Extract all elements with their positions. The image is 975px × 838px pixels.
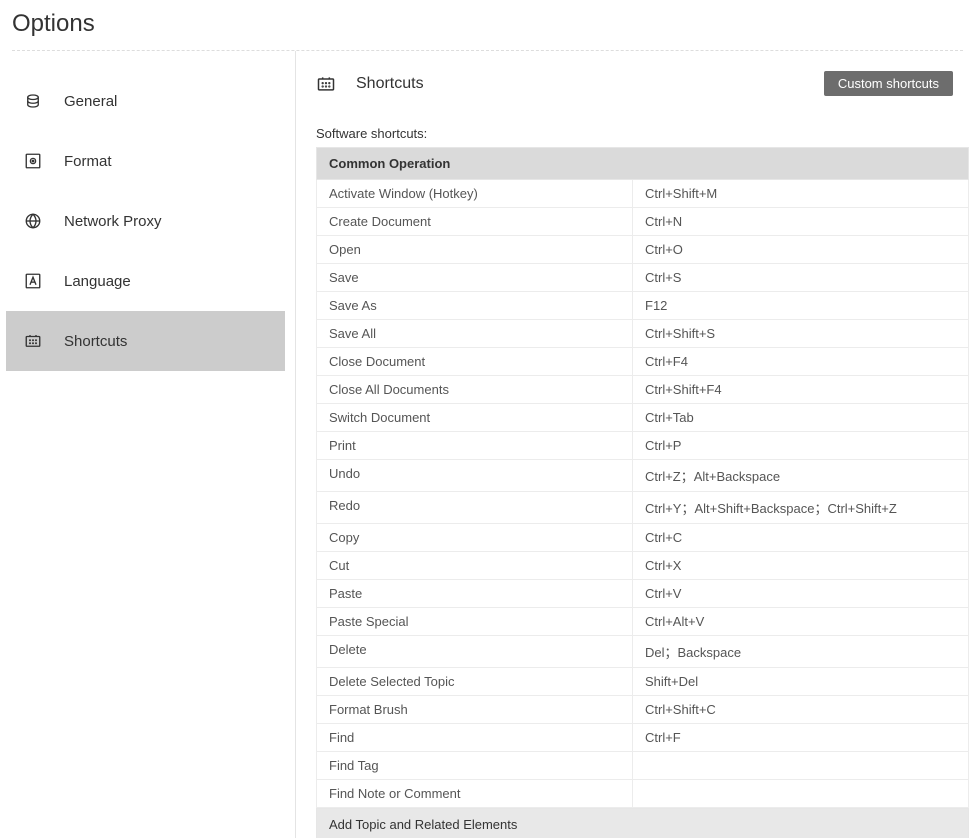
sidebar: General Format bbox=[0, 51, 296, 838]
sidebar-item-general[interactable]: General bbox=[6, 71, 295, 131]
shortcut-row[interactable]: Switch DocumentCtrl+Tab bbox=[316, 404, 969, 432]
sidebar-item-label: Shortcuts bbox=[64, 333, 127, 350]
shortcut-action: Find bbox=[317, 724, 633, 751]
shortcut-row[interactable]: FindCtrl+F bbox=[316, 724, 969, 752]
shortcut-action: Open bbox=[317, 236, 633, 263]
keyboard-icon bbox=[316, 74, 336, 94]
shortcut-row[interactable]: SaveCtrl+S bbox=[316, 264, 969, 292]
shortcut-row[interactable]: PrintCtrl+P bbox=[316, 432, 969, 460]
shortcut-row[interactable]: Find Note or Comment bbox=[316, 780, 969, 808]
shortcut-action: Redo bbox=[317, 492, 633, 523]
shortcut-action: Activate Window (Hotkey) bbox=[317, 180, 633, 207]
shortcut-row[interactable]: PasteCtrl+V bbox=[316, 580, 969, 608]
main-layout: General Format bbox=[0, 51, 975, 838]
shortcut-action: Create Document bbox=[317, 208, 633, 235]
shortcut-action: Delete Selected Topic bbox=[317, 668, 633, 695]
shortcut-row[interactable]: Paste SpecialCtrl+Alt+V bbox=[316, 608, 969, 636]
shortcuts-scroll-area[interactable]: Common OperationActivate Window (Hotkey)… bbox=[316, 147, 975, 838]
page-title: Options bbox=[0, 0, 975, 50]
format-icon bbox=[24, 152, 42, 170]
shortcut-key: Ctrl+N bbox=[633, 208, 968, 235]
sidebar-item-language[interactable]: Language bbox=[6, 251, 295, 311]
shortcut-group-header[interactable]: Add Topic and Related Elements bbox=[316, 808, 969, 838]
general-icon bbox=[24, 92, 42, 110]
shortcut-action: Cut bbox=[317, 552, 633, 579]
software-shortcuts-label: Software shortcuts: bbox=[316, 96, 975, 147]
shortcut-key: Ctrl+F bbox=[633, 724, 968, 751]
shortcut-key: Ctrl+Shift+F4 bbox=[633, 376, 968, 403]
shortcut-key: Ctrl+S bbox=[633, 264, 968, 291]
shortcut-action: Find Tag bbox=[317, 752, 633, 779]
custom-shortcuts-button[interactable]: Custom shortcuts bbox=[824, 71, 953, 96]
sidebar-item-label: Network Proxy bbox=[64, 213, 162, 230]
shortcut-row[interactable]: RedoCtrl+Y；Alt+Shift+Backspace；Ctrl+Shif… bbox=[316, 492, 969, 524]
shortcut-key: Ctrl+O bbox=[633, 236, 968, 263]
network-icon bbox=[24, 212, 42, 230]
sidebar-item-shortcuts[interactable]: Shortcuts bbox=[6, 311, 285, 371]
sidebar-item-label: Language bbox=[64, 273, 131, 290]
shortcut-key bbox=[633, 780, 968, 807]
shortcut-action: Close All Documents bbox=[317, 376, 633, 403]
sidebar-item-format[interactable]: Format bbox=[6, 131, 295, 191]
shortcut-row[interactable]: Activate Window (Hotkey)Ctrl+Shift+M bbox=[316, 180, 969, 208]
shortcut-action: Undo bbox=[317, 460, 633, 491]
keyboard-icon bbox=[24, 332, 42, 350]
shortcut-action: Save bbox=[317, 264, 633, 291]
shortcut-key bbox=[633, 752, 968, 779]
shortcut-row[interactable]: Find Tag bbox=[316, 752, 969, 780]
shortcut-key: Ctrl+Z；Alt+Backspace bbox=[633, 460, 968, 491]
shortcut-key: F12 bbox=[633, 292, 968, 319]
shortcut-action: Find Note or Comment bbox=[317, 780, 633, 807]
sidebar-item-network-proxy[interactable]: Network Proxy bbox=[6, 191, 295, 251]
shortcut-row[interactable]: Save AsF12 bbox=[316, 292, 969, 320]
shortcuts-table: Common OperationActivate Window (Hotkey)… bbox=[316, 147, 969, 838]
sidebar-item-label: General bbox=[64, 93, 117, 110]
shortcut-action: Paste bbox=[317, 580, 633, 607]
shortcut-row[interactable]: DeleteDel；Backspace bbox=[316, 636, 969, 668]
shortcut-action: Save All bbox=[317, 320, 633, 347]
shortcut-action: Save As bbox=[317, 292, 633, 319]
shortcut-action: Close Document bbox=[317, 348, 633, 375]
shortcut-action: Paste Special bbox=[317, 608, 633, 635]
shortcut-row[interactable]: UndoCtrl+Z；Alt+Backspace bbox=[316, 460, 969, 492]
shortcut-key: Shift+Del bbox=[633, 668, 968, 695]
content-title: Shortcuts bbox=[356, 75, 424, 93]
shortcut-row[interactable]: CopyCtrl+C bbox=[316, 524, 969, 552]
shortcut-row[interactable]: Format BrushCtrl+Shift+C bbox=[316, 696, 969, 724]
shortcut-key: Ctrl+Shift+S bbox=[633, 320, 968, 347]
shortcut-key: Ctrl+Alt+V bbox=[633, 608, 968, 635]
shortcut-key: Ctrl+Shift+C bbox=[633, 696, 968, 723]
shortcut-row[interactable]: CutCtrl+X bbox=[316, 552, 969, 580]
shortcut-action: Format Brush bbox=[317, 696, 633, 723]
shortcut-key: Ctrl+X bbox=[633, 552, 968, 579]
shortcut-key: Ctrl+Y；Alt+Shift+Backspace；Ctrl+Shift+Z bbox=[633, 492, 968, 523]
content-pane: Shortcuts Custom shortcuts Software shor… bbox=[296, 51, 975, 838]
sidebar-item-label: Format bbox=[64, 153, 112, 170]
shortcut-action: Print bbox=[317, 432, 633, 459]
shortcut-key: Ctrl+C bbox=[633, 524, 968, 551]
content-header: Shortcuts Custom shortcuts bbox=[316, 71, 975, 96]
shortcut-row[interactable]: Save AllCtrl+Shift+S bbox=[316, 320, 969, 348]
shortcut-row[interactable]: Close DocumentCtrl+F4 bbox=[316, 348, 969, 376]
shortcut-action: Copy bbox=[317, 524, 633, 551]
shortcut-row[interactable]: OpenCtrl+O bbox=[316, 236, 969, 264]
shortcut-row[interactable]: Create DocumentCtrl+N bbox=[316, 208, 969, 236]
language-icon bbox=[24, 272, 42, 290]
shortcut-action: Delete bbox=[317, 636, 633, 667]
shortcut-row[interactable]: Close All DocumentsCtrl+Shift+F4 bbox=[316, 376, 969, 404]
shortcut-key: Ctrl+Tab bbox=[633, 404, 968, 431]
shortcut-row[interactable]: Delete Selected TopicShift+Del bbox=[316, 668, 969, 696]
shortcut-key: Del；Backspace bbox=[633, 636, 968, 667]
shortcut-key: Ctrl+P bbox=[633, 432, 968, 459]
shortcut-key: Ctrl+Shift+M bbox=[633, 180, 968, 207]
shortcut-group-header[interactable]: Common Operation bbox=[316, 147, 969, 180]
shortcut-action: Switch Document bbox=[317, 404, 633, 431]
shortcut-key: Ctrl+V bbox=[633, 580, 968, 607]
shortcut-key: Ctrl+F4 bbox=[633, 348, 968, 375]
